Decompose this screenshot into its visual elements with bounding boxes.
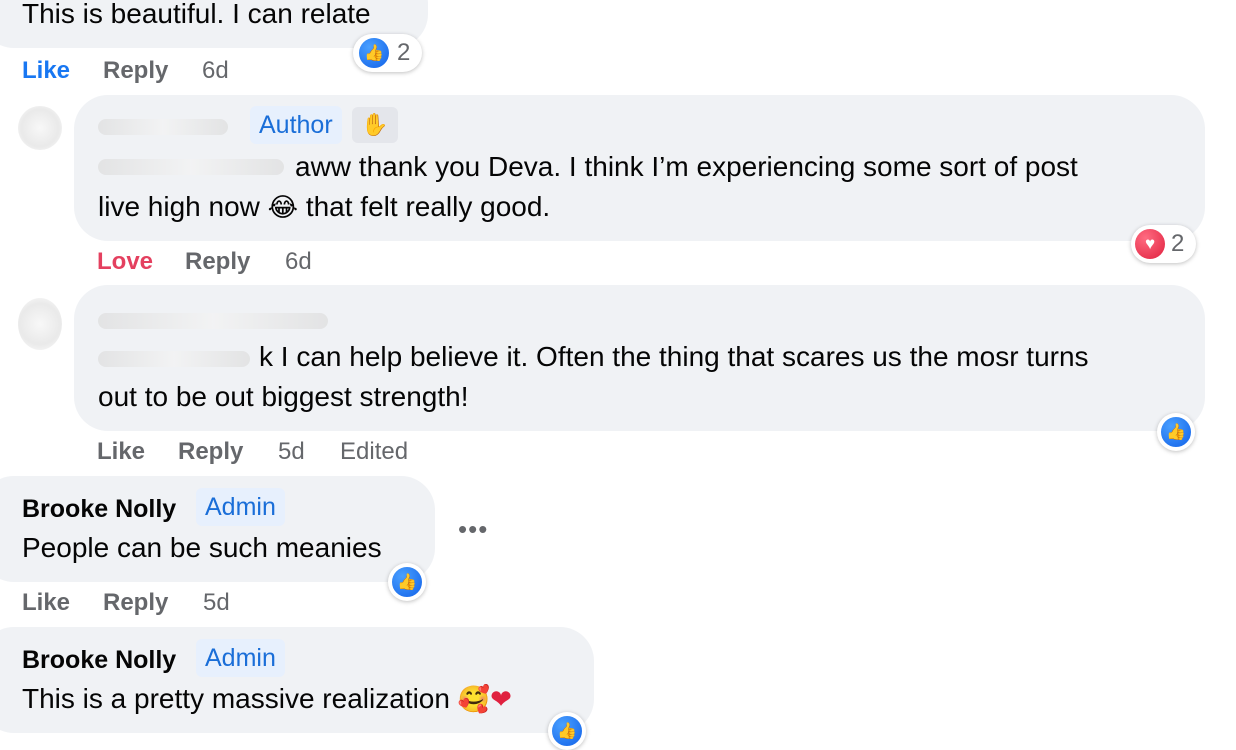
reaction-summary[interactable]: 👍 <box>388 563 426 601</box>
edited-label: Edited <box>340 438 409 465</box>
badge-icon: ✋ <box>352 107 398 143</box>
comment-text: People can be such meanies <box>22 532 382 563</box>
author-badge: Author <box>250 106 342 144</box>
like-icon: 👍 <box>357 36 391 70</box>
timestamp[interactable]: 5d <box>278 438 305 466</box>
timestamp[interactable]: 5d <box>203 589 230 617</box>
smiling-hearts-emoji: 🥰❤ <box>457 685 512 715</box>
redacted-mention <box>98 351 250 367</box>
timestamp[interactable]: 6d <box>285 248 312 276</box>
comment-text-line1: k I can help believe it. Often the thing… <box>259 341 1089 372</box>
comment-text: This is beautiful. I can relate <box>22 0 371 29</box>
comment-bubble-5: Brooke Nolly Admin This is a pretty mass… <box>0 627 594 733</box>
comment-bubble-3: k I can help believe it. Often the thing… <box>74 285 1205 431</box>
avatar[interactable] <box>18 106 62 150</box>
like-icon: 👍 <box>390 565 424 599</box>
laughing-emoji: 😂 <box>267 193 299 223</box>
reaction-summary[interactable]: 👍 2 <box>353 34 423 72</box>
love-button[interactable]: Love <box>97 248 153 276</box>
reaction-count: 2 <box>1171 230 1185 257</box>
like-button[interactable]: Like <box>97 438 145 466</box>
author-name[interactable]: Brooke Nolly <box>22 646 176 675</box>
timestamp[interactable]: 6d <box>202 57 229 85</box>
admin-badge: Admin <box>196 639 285 677</box>
reply-button[interactable]: Reply <box>178 438 243 466</box>
reply-button[interactable]: Reply <box>185 248 250 276</box>
like-icon: 👍 <box>550 714 584 748</box>
reaction-count: 2 <box>397 39 411 66</box>
admin-badge: Admin <box>196 488 285 526</box>
redacted-name <box>98 313 328 329</box>
reply-button[interactable]: Reply <box>103 57 168 85</box>
author-name[interactable]: Brooke Nolly <box>22 495 176 524</box>
reaction-summary[interactable]: 👍 <box>1157 413 1195 451</box>
like-button[interactable]: Like <box>22 57 70 85</box>
comment-bubble-2: Author ✋ aww thank you Deva. I think I’m… <box>74 95 1205 241</box>
heart-icon: ♥ <box>1135 229 1165 259</box>
reply-button[interactable]: Reply <box>103 589 168 617</box>
reaction-summary[interactable]: ♥ 2 <box>1131 225 1197 263</box>
like-icon: 👍 <box>1159 415 1193 449</box>
comment-text-line2: out to be out biggest strength! <box>98 381 469 412</box>
comment-text-line1: aww thank you Deva. I think I’m experien… <box>295 151 1078 182</box>
redacted-name <box>98 119 228 135</box>
redacted-mention <box>98 159 284 175</box>
like-button[interactable]: Like <box>22 589 70 617</box>
avatar[interactable] <box>18 298 62 350</box>
comment-bubble-4: Brooke Nolly Admin People can be such me… <box>0 476 435 582</box>
comment-text: This is a pretty massive realization 🥰❤ <box>22 683 512 715</box>
reaction-summary[interactable]: 👍 <box>548 712 586 750</box>
more-options-icon[interactable]: ••• <box>458 514 488 545</box>
comment-text-line2: live high now 😂 that felt really good. <box>98 191 551 223</box>
